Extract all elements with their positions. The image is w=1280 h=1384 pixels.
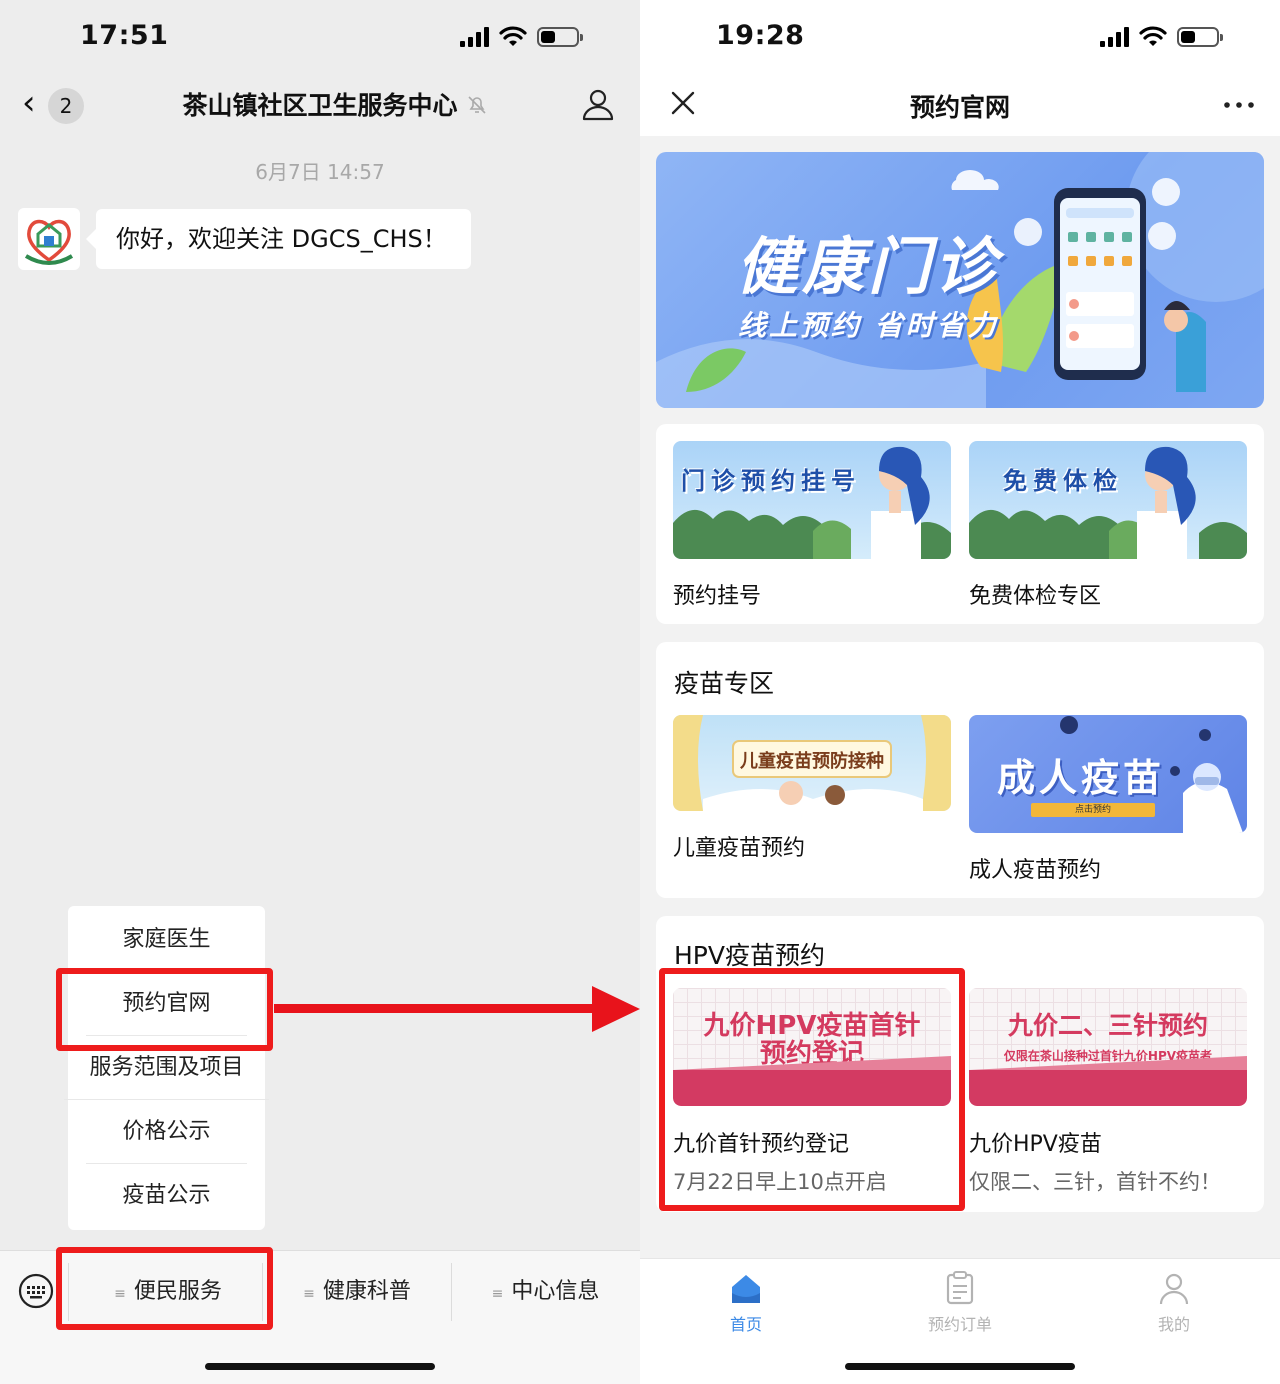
tab-home-label: 首页 [729,1315,762,1334]
submenu-item-prices[interactable]: 价格公示 [68,1100,265,1164]
webview-header: 预约官网 [640,72,1280,136]
menu-lines-icon: ≡ [303,1286,315,1302]
chat-timestamp: 6月7日 14:57 [255,160,385,184]
children-vaccine-tile[interactable]: 儿童疫苗预防接种 [673,715,951,811]
status-icons [1100,26,1223,48]
free-checkup-label[interactable]: 免费体检专区 [969,578,1101,610]
highlight-box-booking-site [56,968,273,1051]
hpv-second-third-line1: 九价二、三针预约 [1007,1011,1208,1040]
hpv-section-title: HPV疫苗预约 [674,941,825,970]
outpatient-booking-tile[interactable]: 门诊预约挂号 [673,441,951,559]
welcome-message-text: 你好，欢迎关注 DGCS_CHS！ [116,225,447,253]
adult-vaccine-book-button[interactable]: 点击预约 [1031,803,1155,817]
vaccine-section-card: 疫苗专区 儿童疫苗预防接种 儿童疫苗预约 成人疫苗 点击预约 成人疫苗预约 [656,642,1264,898]
submenu-item-family-doctor[interactable]: 家庭医生 [68,908,265,972]
clipboard-icon [946,1271,974,1305]
menu-tab-health-label: 健康科普 [322,1279,411,1304]
tab-orders[interactable]: 预约订单 [900,1271,1020,1335]
hpv-second-third-subtext: 仅限二、三针，首针不约！ [969,1170,1221,1194]
tab-mine-label: 我的 [1157,1315,1190,1334]
outpatient-booking-label[interactable]: 预约挂号 [673,578,761,610]
doctor-illustration [969,446,1247,559]
status-bar: 17:51 [0,0,640,72]
status-time: 19:28 [716,20,805,51]
chat-title: 茶山镇社区卫生服务中心 [182,91,458,120]
hpv-second-third-tile[interactable]: 九价二、三针预约 仅限在茶山接种过首针九价HPV疫苗者 [969,988,1247,1106]
free-checkup-tile[interactable]: 免费体检 [969,441,1247,559]
status-bar: 19:28 [640,0,1280,72]
health-clinic-banner[interactable]: 健康门诊 线上预约 省时省力 [656,152,1264,408]
back-chevron-icon[interactable]: ‹ [22,86,36,120]
tab-mine[interactable]: 我的 [1114,1271,1234,1335]
submenu-item-vaccine-notice[interactable]: 疫苗公示 [68,1164,265,1228]
bottom-tab-bar: 首页 预约订单 我的 [640,1258,1280,1384]
services-card: 门诊预约挂号 预约挂号 免费体检 免费体检专区 [656,424,1264,624]
arrow-right-icon [592,986,640,1032]
keyboard-icon[interactable] [18,1273,54,1309]
home-icon [732,1275,760,1303]
children-vaccine-caption: 儿童疫苗预防接种 [740,751,884,772]
vaccine-section-title: 疫苗专区 [674,669,775,698]
menu-tab-health[interactable]: ≡ 健康科普 [262,1251,452,1333]
signal-icon [460,27,489,47]
highlight-box-hpv-first-dose [659,968,965,1211]
more-options-icon[interactable] [1224,102,1254,108]
hpv-band [969,1070,1247,1106]
menu-tab-center-info[interactable]: ≡ 中心信息 [451,1251,640,1333]
user-icon [1159,1273,1189,1305]
battery-icon [537,27,583,47]
adult-vaccine-caption: 成人疫苗 [997,756,1166,800]
highlight-box-convenience [56,1247,273,1330]
profile-icon[interactable] [580,86,616,122]
menu-lines-icon: ≡ [491,1286,504,1302]
submenu-popup: 家庭医生 预约官网 服务范围及项目 价格公示 疫苗公示 [64,906,269,1230]
free-checkup-caption: 免费体检 [1003,467,1123,495]
unread-count-badge[interactable]: 2 [48,88,84,124]
tab-home[interactable]: 首页 [686,1271,806,1335]
wifi-icon [499,26,527,46]
status-time: 17:51 [80,20,169,51]
status-icons [460,26,583,48]
hpv-second-third-label[interactable]: 九价HPV疫苗 [969,1126,1102,1158]
banner-title: 健康门诊 [736,230,1001,303]
outpatient-booking-caption: 门诊预约挂号 [681,467,861,495]
signal-icon [1100,27,1129,47]
menu-tab-center-info-label: 中心信息 [511,1279,600,1304]
wifi-icon [1139,26,1167,46]
welcome-message-bubble: 你好，欢迎关注 DGCS_CHS！ [86,209,471,269]
battery-icon [1177,27,1223,47]
adult-vaccine-tile[interactable]: 成人疫苗 点击预约 [969,715,1247,833]
annotation-arrow-shaft [274,1004,594,1013]
banner-subtitle: 线上预约 省时省力 [738,309,999,342]
tab-orders-label: 预约订单 [927,1315,992,1334]
children-vaccine-label[interactable]: 儿童疫苗预约 [673,830,805,862]
home-indicator [205,1363,435,1370]
account-avatar[interactable] [18,208,80,270]
muted-bell-icon [468,96,486,114]
hospital-logo-icon [24,219,74,265]
doctor-illustration [673,446,951,559]
chat-header: ‹ 2 茶山镇社区卫生服务中心 [0,72,640,136]
page-title: 预约官网 [909,93,1010,122]
wechat-chat-screen: 17:51 ‹ 2 茶山镇社区卫生服务中心 6月7日 14:57 你好，欢迎关注… [0,0,640,1384]
home-indicator [845,1363,1075,1370]
adult-vaccine-label[interactable]: 成人疫苗预约 [969,852,1101,884]
